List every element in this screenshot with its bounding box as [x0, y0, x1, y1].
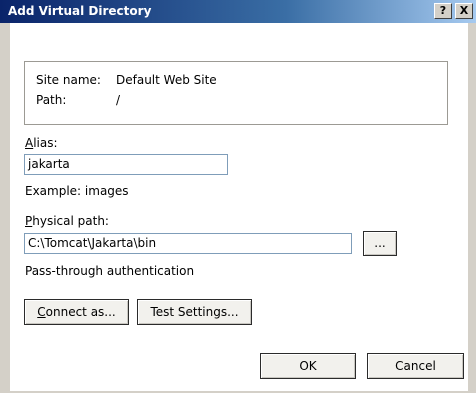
- close-button[interactable]: X: [455, 3, 473, 19]
- physical-path-label: Physical path:: [25, 214, 109, 228]
- path-value: /: [116, 93, 121, 107]
- alias-input[interactable]: jakarta: [24, 154, 228, 175]
- alias-label-mnemonic: A: [25, 136, 34, 150]
- connect-as-mnemonic: C: [37, 305, 46, 319]
- browse-button[interactable]: ...: [363, 231, 397, 256]
- site-name-value: Default Web Site: [116, 73, 217, 87]
- alias-label: Alias:: [25, 136, 58, 150]
- path-label: Path:: [36, 93, 67, 107]
- pass-through-auth-text: Pass-through authentication: [25, 264, 195, 278]
- site-name-label: Site name:: [36, 73, 101, 87]
- window-title: Add Virtual Directory: [8, 4, 152, 18]
- help-button[interactable]: ?: [434, 3, 452, 19]
- connect-as-label: onnect as...: [45, 305, 116, 319]
- physical-path-label-text: hysical path:: [32, 214, 109, 228]
- connect-as-button[interactable]: Connect as...: [24, 299, 129, 325]
- test-settings-button[interactable]: Test Settings...: [137, 299, 252, 325]
- alias-label-text: lias:: [33, 136, 58, 150]
- ok-button[interactable]: OK: [260, 353, 356, 379]
- physical-path-input[interactable]: C:\Tomcat\Jakarta\bin: [24, 233, 352, 254]
- cancel-button[interactable]: Cancel: [367, 353, 464, 379]
- site-info-box: [24, 61, 448, 125]
- alias-example-text: Example: images: [25, 184, 129, 198]
- title-bar: Add Virtual Directory ? X: [0, 0, 476, 23]
